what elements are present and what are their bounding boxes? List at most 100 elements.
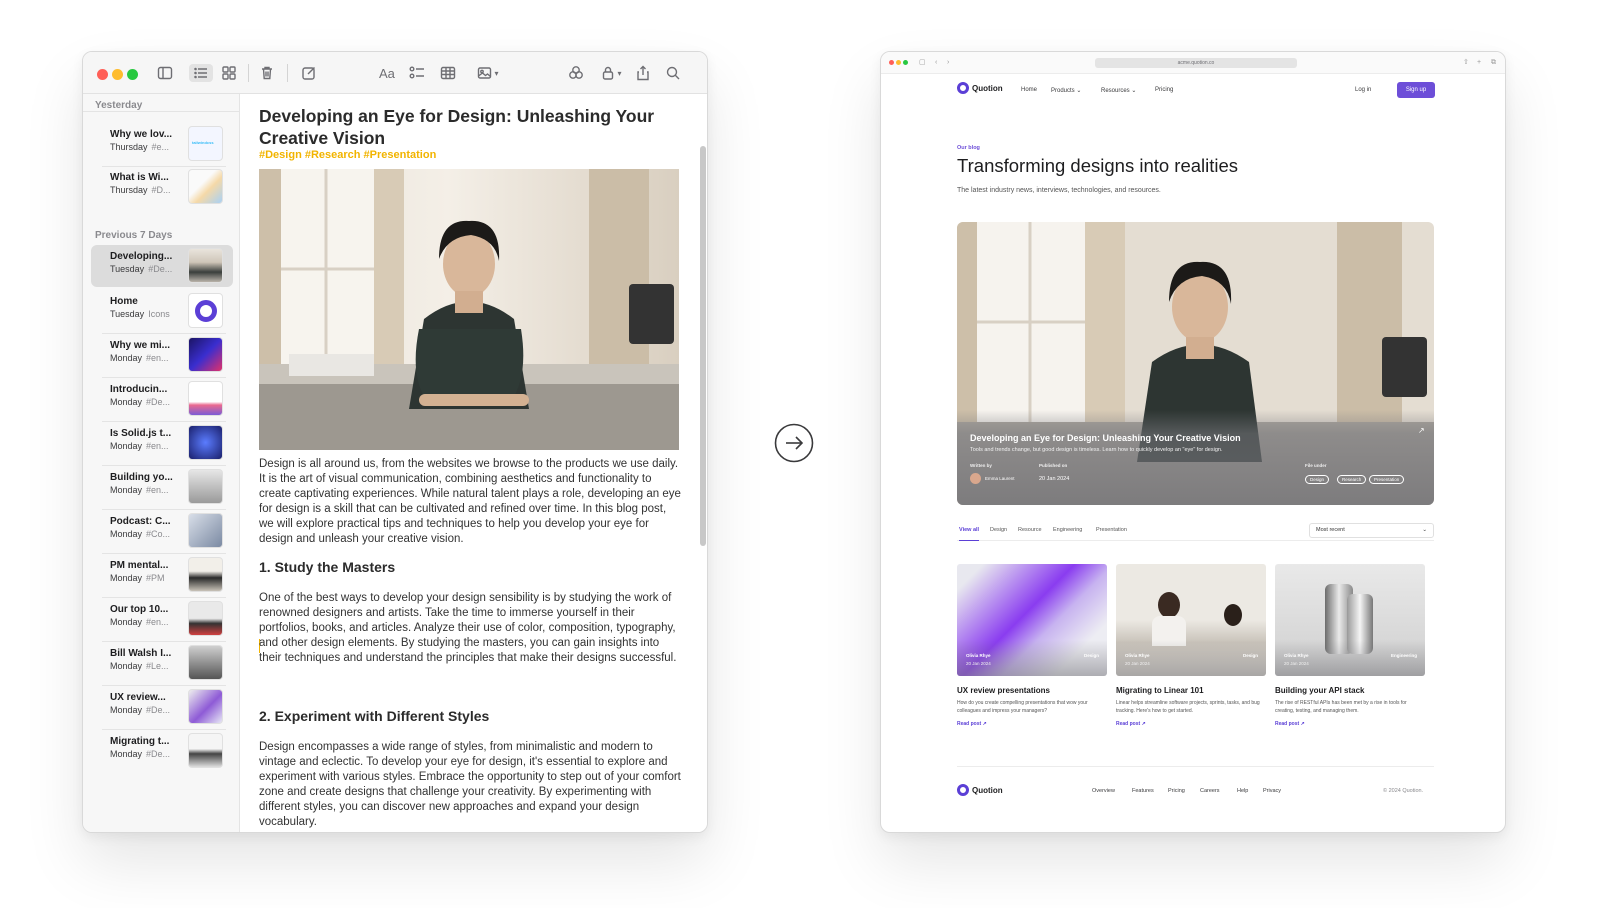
notes-window: Aa ▾ ▾ Yesterday Why we lov... Thursday #… [82,51,708,833]
tab-resource[interactable]: Resource [1018,527,1042,541]
address-bar[interactable]: acme.quotion.co [1095,58,1297,68]
note-list-item[interactable]: Our top 10... Monday #en... [91,598,233,640]
note-list-item[interactable]: PM mental... Monday #PM [91,554,233,596]
note-title: Home [110,296,138,307]
tab-view-all[interactable]: View all [959,527,980,541]
note-list-item[interactable]: What is Wi... Thursday #D... [91,166,233,208]
page-subtitle: The latest industry news, interviews, te… [957,187,1161,194]
note-list-item[interactable]: Podcast: C... Monday #Co... [91,510,233,552]
note-list-item[interactable]: Is Solid.js t... Monday #en... [91,422,233,464]
signup-button[interactable]: Sign up [1397,82,1435,98]
sidebar-icon[interactable]: ▢ [919,59,926,66]
footer-logo[interactable]: Quotion [957,784,1003,796]
login-link[interactable]: Log in [1355,87,1371,93]
minimize-window-button[interactable] [112,69,123,80]
note-list-item[interactable]: UX review... Monday #De... [91,686,233,728]
collaborate-icon[interactable] [568,64,584,82]
forward-icon[interactable]: › [947,59,949,66]
note-paragraph: One of the best ways to develop your des… [259,592,677,664]
note-meta: Monday #Le... [110,661,169,671]
tag-chip-presentation[interactable]: Presentation [1369,475,1405,484]
list-view-icon[interactable] [189,64,213,82]
sort-select[interactable]: Most recent ⌄ [1309,523,1434,538]
compose-icon[interactable] [301,64,317,82]
footer-link-pricing[interactable]: Pricing [1168,788,1185,794]
zoom-window-button[interactable] [903,60,908,65]
trash-icon[interactable] [259,64,275,82]
note-editor[interactable]: Developing an Eye for Design: Unleashing… [241,94,707,832]
note-title: Why we lov... [110,129,173,140]
lock-icon[interactable]: ▾ [597,64,625,82]
note-list-item[interactable]: Building yo... Monday #en... [91,466,233,508]
sidebar-icon[interactable] [157,64,173,82]
share-icon[interactable] [635,64,651,82]
footer-link-careers[interactable]: Careers [1200,788,1220,794]
read-post-link[interactable]: Read post ↗ [1116,721,1266,727]
note-thumbnail [188,425,223,460]
share-icon[interactable]: ⇧ [1463,59,1469,66]
note-list-item[interactable]: Why we mi... Monday #en... [91,334,233,376]
search-icon[interactable] [665,64,681,82]
note-thumbnail [188,248,223,283]
page-title: Transforming designs into realities [957,155,1239,176]
note-list-item[interactable]: Home Tuesday Icons [91,290,233,332]
zoom-window-button[interactable] [127,69,138,80]
footer-link-features[interactable]: Features [1132,788,1154,794]
note-title: Introducin... [110,384,168,395]
read-post-link[interactable]: Read post ↗ [957,721,1107,727]
tag-chip-research[interactable]: Research [1337,475,1367,484]
checklist-icon[interactable] [409,64,425,82]
site-logo[interactable]: Quotion [957,82,1003,94]
note-list-item[interactable]: Why we lov... Thursday #e... tailwindcss [91,123,233,165]
note-list-item[interactable]: Migrating t... Monday #De... [91,730,233,772]
note-thumbnail: tailwindcss [188,126,223,161]
scrollbar[interactable] [700,146,706,546]
featured-post-title[interactable]: Developing an Eye for Design: Unleashing… [970,433,1241,443]
note-title: Podcast: C... [110,516,171,527]
close-window-button[interactable] [889,60,894,65]
close-window-button[interactable] [97,69,108,80]
note-list-item[interactable]: Bill Walsh I... Monday #Le... [91,642,233,684]
note-list-item[interactable]: Introducin... Monday #De... [91,378,233,420]
tab-design[interactable]: Design [990,527,1007,541]
table-icon[interactable] [440,64,456,82]
note-paragraph: Design is all around us, from the websit… [259,458,681,545]
nav-resources[interactable]: Resources ⌄ [1101,87,1136,94]
written-by-label: Written by [970,463,992,468]
note-thumbnail [188,293,223,328]
note-title: What is Wi... [110,172,169,183]
read-post-link[interactable]: Read post ↗ [1275,721,1425,727]
post-card[interactable]: Olivia Rhye 20 Jan 2024 Design Migrating… [1116,564,1266,727]
note-list-item-selected[interactable]: Developing... Tuesday #De... [91,245,233,287]
nav-pricing[interactable]: Pricing [1155,87,1173,93]
featured-post-card[interactable] [957,222,1434,505]
gallery-view-icon[interactable] [221,64,237,82]
media-icon[interactable]: ▾ [473,64,503,82]
note-meta: Tuesday Icons [110,309,170,319]
nav-home[interactable]: Home [1021,87,1037,93]
note-thumbnail [188,169,223,204]
external-link-icon[interactable]: ↗ [1418,426,1425,435]
note-meta: Monday #De... [110,749,171,759]
published-on-label: Published on [1039,463,1068,468]
tab-engineering[interactable]: Engineering [1053,527,1082,541]
minimize-window-button[interactable] [896,60,901,65]
post-card[interactable]: Olivia Rhye 20 Jan 2024 Engineering Buil… [1275,564,1425,727]
note-thumbnail [188,381,223,416]
author-name: Emma Laurent [985,476,1015,481]
note-heading: 1. Study the Masters [259,559,396,575]
published-date: 20 Jan 2024 [1039,476,1070,482]
format-icon[interactable]: Aa [379,64,395,82]
nav-products[interactable]: Products ⌄ [1051,87,1081,94]
footer-link-help[interactable]: Help [1237,788,1248,794]
footer-link-overview[interactable]: Overview [1092,788,1115,794]
post-card-title: Migrating to Linear 101 [1116,686,1204,695]
back-icon[interactable]: ‹ [935,59,937,66]
note-photo [259,169,679,450]
post-card[interactable]: Olivia Rhye 20 Jan 2024 Design UX review… [957,564,1107,727]
footer-link-privacy[interactable]: Privacy [1263,788,1281,794]
tab-presentation[interactable]: Presentation [1096,527,1127,541]
new-tab-icon[interactable]: + [1477,59,1481,66]
tag-chip-design[interactable]: Design [1305,475,1330,484]
tabs-overview-icon[interactable]: ⧉ [1491,59,1496,66]
